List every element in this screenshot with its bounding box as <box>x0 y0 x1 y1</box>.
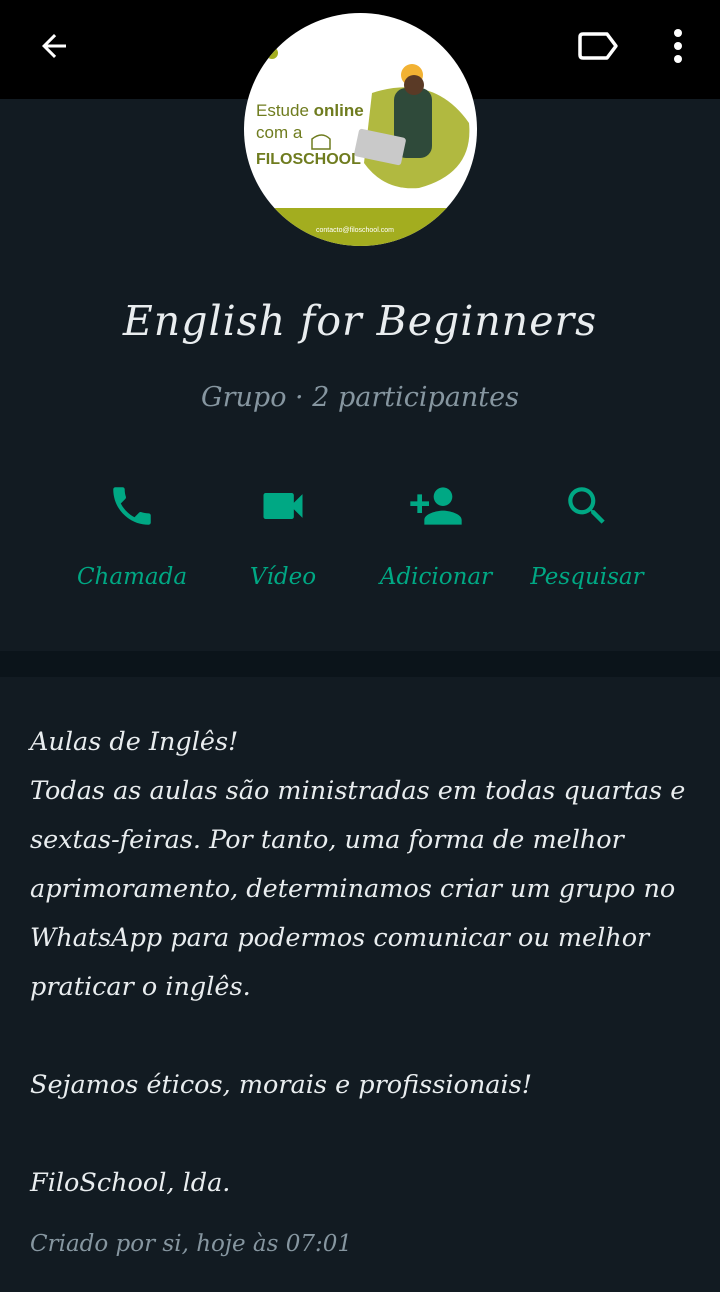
group-description[interactable]: Aulas de Inglês! Todas as aulas são mini… <box>30 718 695 1208</box>
label-tag-icon <box>578 32 618 60</box>
group-name[interactable]: English for Beginners <box>0 297 720 345</box>
group-info-screen: Estude online com a FILOSCHOOL contacto@… <box>0 0 720 1292</box>
description-line: Aulas de Inglês! <box>30 727 239 757</box>
video-camera-icon <box>253 476 313 536</box>
back-arrow-icon <box>42 34 66 58</box>
video-action-label: Vídeo <box>249 564 317 590</box>
search-icon <box>557 476 617 536</box>
back-button[interactable] <box>26 18 82 74</box>
add-person-icon <box>406 476 466 536</box>
search-action-label: Pesquisar <box>530 564 644 590</box>
group-subtitle: Grupo · 2 participantes <box>201 382 519 413</box>
search-action-button[interactable]: Pesquisar <box>512 476 662 606</box>
avatar-text-line1: Estude online <box>256 101 364 120</box>
avatar-footer-email: contacto@filoschool.com <box>316 227 394 234</box>
description-signature: FiloSchool, lda. <box>30 1168 231 1198</box>
avatar-text-line2: com a <box>256 123 303 142</box>
avatar-brand: FILOSCHOOL <box>256 151 361 168</box>
phone-icon <box>102 476 162 536</box>
created-info: Criado por si, hoje às 07:01 <box>30 1231 353 1257</box>
avatar-footer-band: contacto@filoschool.com <box>244 208 477 246</box>
call-action-label: Chamada <box>76 564 188 590</box>
more-vertical-icon <box>674 29 682 63</box>
video-action-button[interactable]: Vídeo <box>208 476 358 606</box>
more-options-button[interactable] <box>650 18 706 74</box>
call-action-button[interactable]: Chamada <box>57 476 207 606</box>
description-paragraph: Todas as aulas são ministradas em todas … <box>30 776 686 1002</box>
section-divider <box>0 651 720 677</box>
label-button[interactable] <box>570 18 626 74</box>
add-participant-action-button[interactable]: Adicionar <box>361 476 511 606</box>
description-paragraph: Sejamos éticos, morais e profissionais! <box>30 1070 532 1100</box>
group-avatar[interactable]: Estude online com a FILOSCHOOL contacto@… <box>244 13 477 246</box>
add-participant-action-label: Adicionar <box>379 564 493 590</box>
